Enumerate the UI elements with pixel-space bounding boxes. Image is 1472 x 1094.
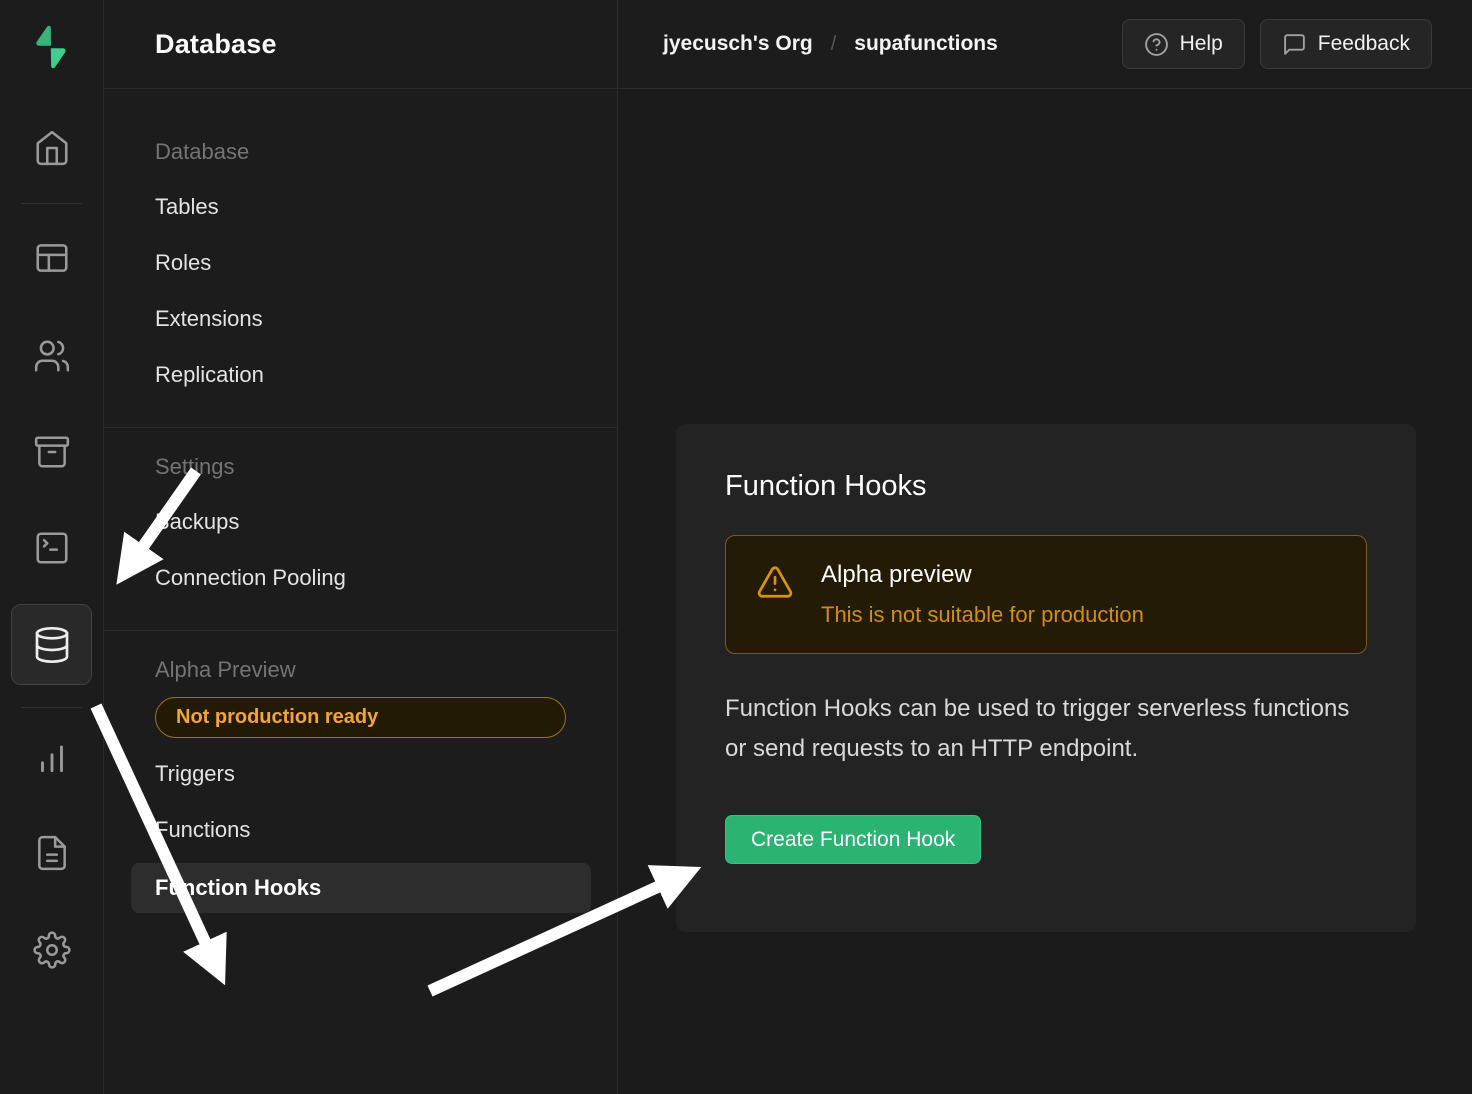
- rail-divider: [21, 203, 82, 204]
- bar-chart-icon: [33, 739, 71, 777]
- create-function-hook-button[interactable]: Create Function Hook: [725, 815, 981, 864]
- sidebar-item-function-hooks[interactable]: Function Hooks: [131, 863, 591, 913]
- nav-reports-button[interactable]: [0, 734, 103, 782]
- sidebar-nav: Database Tables Roles Extensions Replica…: [104, 89, 617, 913]
- nav-group-label-settings: Settings: [131, 454, 591, 480]
- database-sidebar: Database Database Tables Roles Extension…: [104, 0, 618, 1094]
- alert-title: Alpha preview: [821, 561, 1144, 589]
- nav-sql-editor-button[interactable]: [0, 524, 103, 572]
- supabase-logo[interactable]: [26, 22, 76, 72]
- not-production-ready-badge: Not production ready: [155, 697, 566, 738]
- supabase-logo-icon: [28, 24, 74, 70]
- nav-home-button[interactable]: [0, 124, 103, 172]
- help-button[interactable]: Help: [1122, 19, 1245, 69]
- breadcrumb-org[interactable]: jyecusch's Org: [663, 32, 813, 56]
- alert-text: Alpha preview This is not suitable for p…: [821, 561, 1144, 628]
- sidebar-header: Database: [104, 0, 617, 89]
- sidebar-item-roles[interactable]: Roles: [131, 235, 591, 291]
- nav-storage-button[interactable]: [0, 428, 103, 476]
- terminal-icon: [33, 529, 71, 567]
- nav-database-button[interactable]: [11, 604, 92, 685]
- nav-auth-button[interactable]: [0, 332, 103, 380]
- header-actions: Help Feedback: [1122, 19, 1432, 69]
- home-icon: [33, 129, 71, 167]
- table-icon: [33, 239, 71, 277]
- feedback-button[interactable]: Feedback: [1260, 19, 1432, 69]
- breadcrumb: jyecusch's Org / supafunctions: [663, 32, 998, 56]
- sidebar-item-triggers[interactable]: Triggers: [131, 746, 591, 802]
- alert-message: This is not suitable for production: [821, 602, 1144, 628]
- sidebar-item-tables[interactable]: Tables: [131, 179, 591, 235]
- warning-triangle-icon: [756, 563, 794, 601]
- feedback-button-label: Feedback: [1318, 32, 1410, 56]
- sidebar-item-functions[interactable]: Functions: [131, 802, 591, 858]
- main-content: Function Hooks Alpha preview This is not…: [619, 90, 1472, 1094]
- breadcrumb-separator: /: [831, 33, 837, 56]
- card-title: Function Hooks: [725, 470, 1367, 503]
- icon-rail: [0, 0, 104, 1094]
- sidebar-divider: [104, 427, 617, 428]
- sidebar-item-connection-pooling[interactable]: Connection Pooling: [131, 550, 591, 606]
- users-icon: [33, 337, 71, 375]
- database-icon: [32, 625, 72, 665]
- alpha-preview-alert: Alpha preview This is not suitable for p…: [725, 535, 1367, 654]
- breadcrumb-project[interactable]: supafunctions: [854, 32, 998, 56]
- archive-icon: [33, 433, 71, 471]
- sidebar-title: Database: [155, 29, 277, 60]
- sidebar-item-extensions[interactable]: Extensions: [131, 291, 591, 347]
- gear-icon: [33, 931, 71, 969]
- nav-table-editor-button[interactable]: [0, 234, 103, 282]
- card-description: Function Hooks can be used to trigger se…: [725, 689, 1357, 769]
- top-bar: jyecusch's Org / supafunctions Help Feed…: [618, 0, 1472, 89]
- sidebar-item-replication[interactable]: Replication: [131, 347, 591, 403]
- file-icon: [33, 834, 71, 872]
- rail-divider: [21, 707, 82, 708]
- nav-settings-button[interactable]: [0, 926, 103, 974]
- sidebar-divider: [104, 630, 617, 631]
- function-hooks-card: Function Hooks Alpha preview This is not…: [676, 424, 1416, 932]
- help-button-label: Help: [1180, 32, 1223, 56]
- speech-bubble-icon: [1282, 32, 1307, 57]
- nav-logs-button[interactable]: [0, 829, 103, 877]
- nav-group-label-alpha-preview: Alpha Preview: [131, 657, 591, 683]
- nav-group-label-database: Database: [131, 139, 591, 165]
- help-circle-icon: [1144, 32, 1169, 57]
- sidebar-item-backups[interactable]: Backups: [131, 494, 591, 550]
